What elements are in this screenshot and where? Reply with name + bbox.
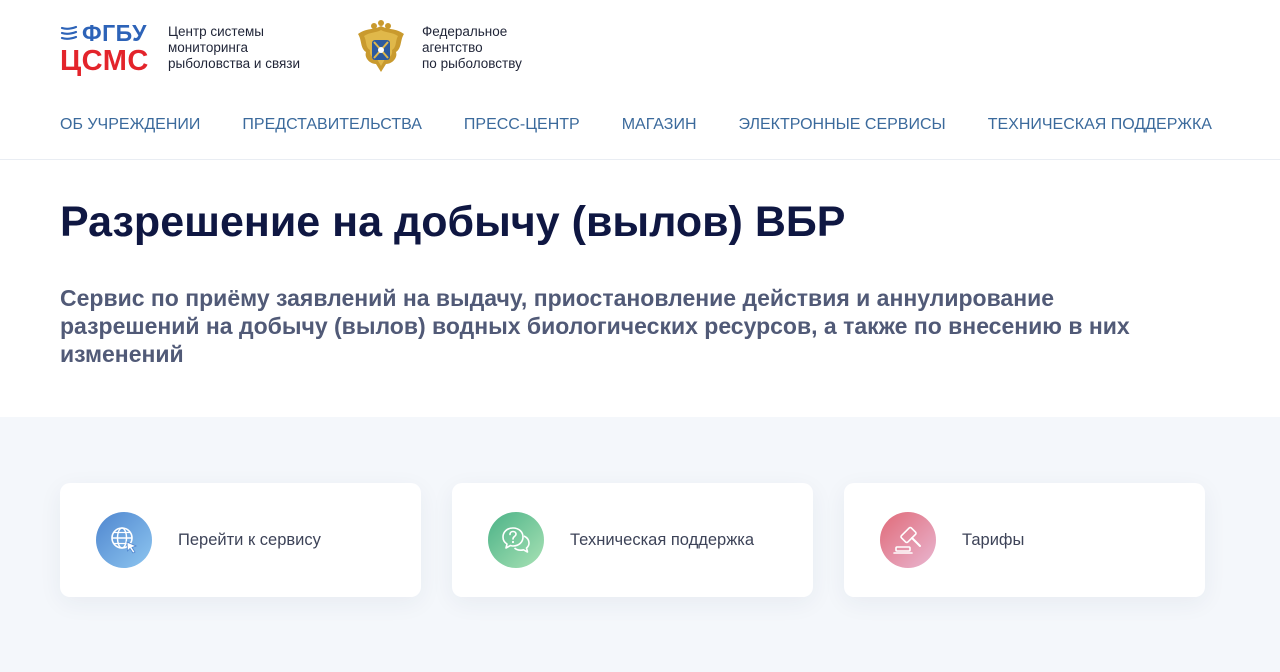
card-label: Тарифы [962,530,1025,549]
fgbu-label: ФГБУ [82,19,147,46]
agency-logo[interactable]: Федеральное агентство по рыболовству [352,20,552,80]
nav-item-press-center[interactable]: Пресс-центр [464,116,580,134]
nav-item-e-services[interactable]: Электронные сервисы [739,116,946,134]
chat-question-icon [502,527,530,553]
nav-item-representations[interactable]: Представительства [242,116,422,134]
nav-item-about[interactable]: Об учреждении [60,116,200,134]
agency-caption: Федеральное агентство по рыболовству [422,24,552,72]
csms-caption: Центр системы мониторинга рыболовства и … [168,24,328,72]
page-subtitle: Сервис по приёму заявлений на выдачу, пр… [60,285,1130,367]
globe-cursor-icon [111,527,138,554]
eagle-emblem-icon [358,20,404,72]
agency-caption-line: Федеральное [422,24,508,39]
csms-abbr: ЦСМС [60,45,149,77]
nav-item-shop[interactable]: Магазин [622,116,697,134]
page-title: Разрешение на добычу (вылов) ВБР [60,198,846,246]
fgbu-row: ФГБУ [60,20,152,46]
csms-logo-mark: ФГБУ ЦСМС [60,20,152,77]
site-header: ФГБУ ЦСМС Центр системы мониторинга рыбо… [0,0,1280,160]
tariffs-card[interactable]: Тарифы [844,483,1205,597]
main-nav: Об учреждении Представительства Пресс-це… [60,116,1212,134]
go-to-service-card[interactable]: Перейти к сервису [60,483,421,597]
card-icon-circle [488,512,544,568]
service-cards-section: Перейти к сервису Техническая поддержка … [0,417,1280,672]
csms-logo[interactable]: ФГБУ ЦСМС Центр системы мониторинга рыбо… [60,20,328,77]
hero-section: Разрешение на добычу (вылов) ВБР Сервис … [0,160,1280,416]
card-icon-circle [880,512,936,568]
csms-caption-line: Центр системы [168,24,264,39]
csms-caption-line: мониторинга [168,40,248,55]
csms-caption-line: рыболовства и связи [168,56,301,71]
agency-caption-line: агентство [422,40,483,55]
header-logos: ФГБУ ЦСМС Центр системы мониторинга рыбо… [60,20,552,80]
tech-support-card[interactable]: Техническая поддержка [452,483,813,597]
gavel-icon [893,526,921,554]
nav-item-tech-support[interactable]: Техническая поддержка [988,116,1212,134]
agency-caption-line: по рыболовству [422,56,522,71]
card-icon-circle [96,512,152,568]
card-label: Техническая поддержка [570,530,754,549]
waves-icon [60,25,78,40]
card-label: Перейти к сервису [178,530,321,549]
